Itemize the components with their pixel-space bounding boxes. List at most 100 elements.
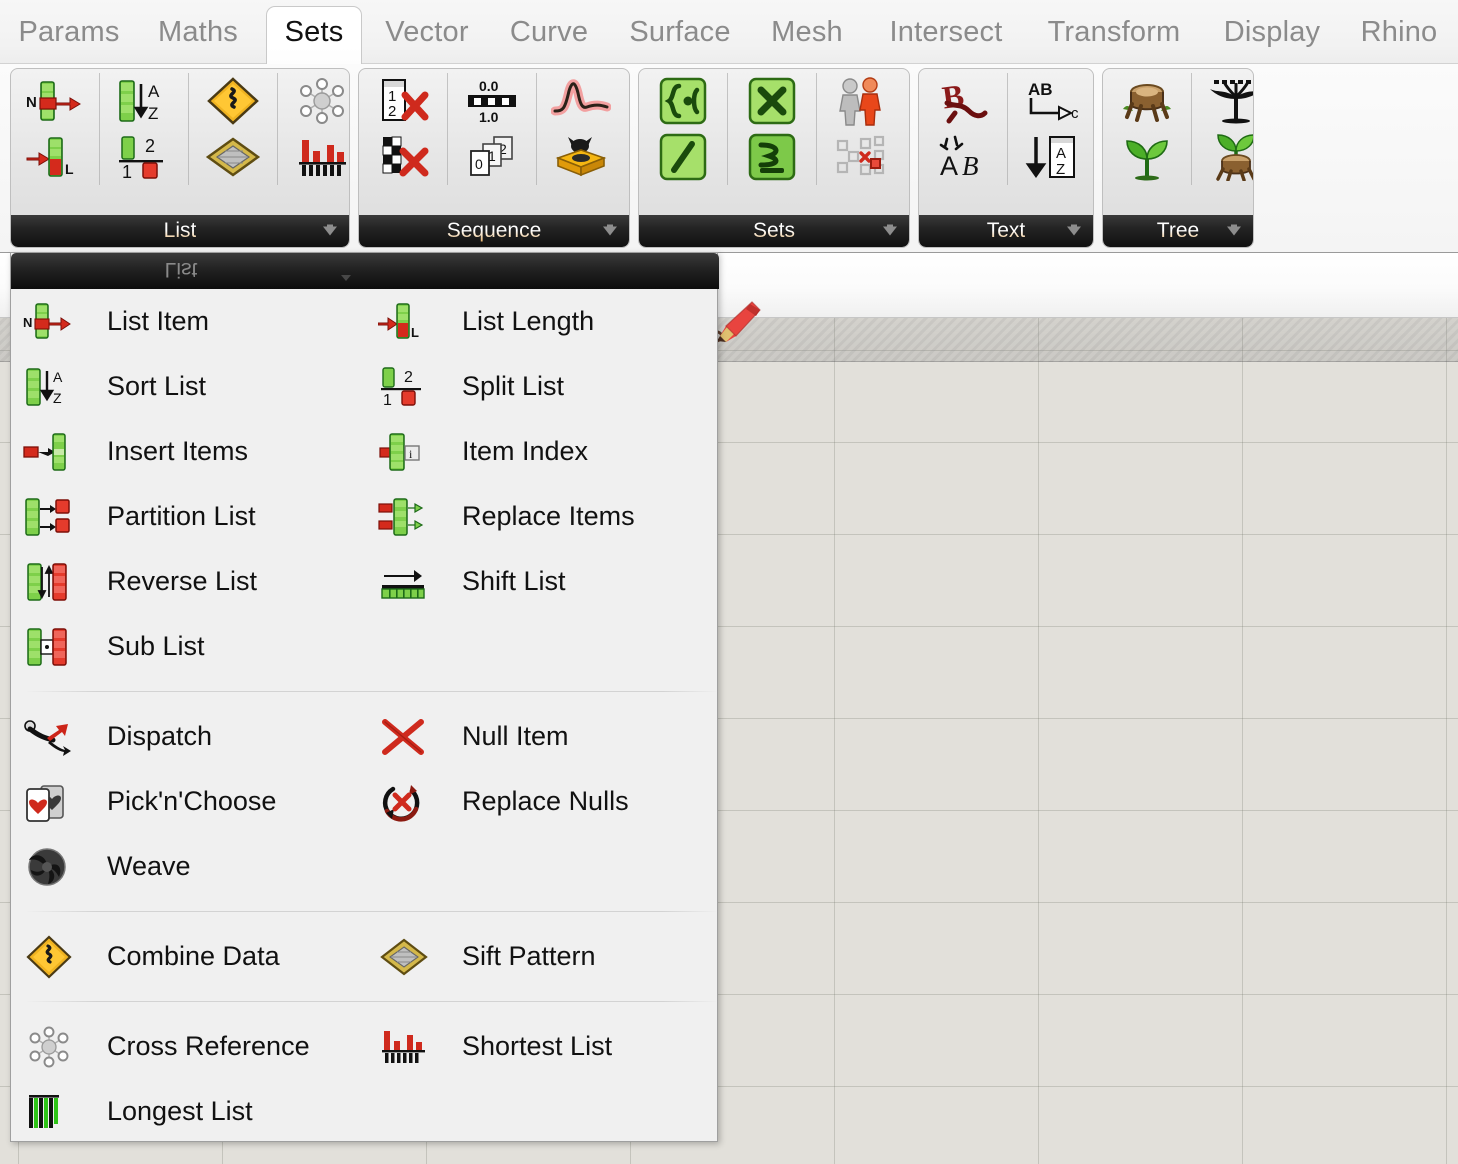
- ribbon-group-label-text: Sets: [753, 219, 795, 242]
- ribbon-group-label-sets[interactable]: Sets: [639, 215, 909, 247]
- menu-item-label: Replace Nulls: [462, 786, 629, 817]
- menu-item-combine-data[interactable]: Combine Data: [21, 924, 376, 989]
- tab-transform[interactable]: Transform: [1030, 8, 1198, 64]
- ribbon-icon-set-difference[interactable]: [647, 129, 719, 185]
- ribbon-icon-set-intersection[interactable]: [736, 73, 808, 129]
- ribbon-icon-text-fragment[interactable]: B: [927, 73, 999, 129]
- ribbon-group-sequence: 1 2: [358, 68, 630, 248]
- ribbon-group-label-tree[interactable]: Tree: [1103, 215, 1253, 247]
- chevron-down-icon[interactable]: [323, 227, 337, 236]
- ribbon-icon-cross-reference[interactable]: [286, 73, 350, 129]
- tab-vector[interactable]: Vector: [366, 8, 488, 64]
- tab-display[interactable]: Display: [1206, 8, 1338, 64]
- ribbon-icon-cull-pattern[interactable]: [367, 129, 439, 185]
- ribbon-group-list: N L: [10, 68, 350, 248]
- ribbon-icon-concatenate[interactable]: AB c: [1016, 73, 1088, 129]
- svg-text:Z: Z: [53, 390, 62, 406]
- ribbon-group-label-sequence[interactable]: Sequence: [359, 215, 629, 247]
- chevron-down-icon[interactable]: [1227, 227, 1241, 236]
- menu-item-sub-list[interactable]: Sub List: [21, 614, 376, 679]
- ribbon-group-label-list[interactable]: List: [11, 215, 349, 247]
- menu-row: Partition List Repl: [11, 484, 719, 549]
- tab-params[interactable]: Params: [6, 8, 132, 64]
- ribbon-icon-split-list[interactable]: 2 1: [108, 129, 180, 185]
- chevron-down-icon[interactable]: [1067, 227, 1081, 236]
- ribbon-icon-series[interactable]: 2 1 0: [456, 129, 528, 185]
- ribbon-icon-combine-data[interactable]: [197, 73, 269, 129]
- menu-item-cross-reference[interactable]: Cross Reference: [21, 1014, 376, 1079]
- menu-row: Longest List: [11, 1079, 719, 1144]
- ribbon-icon-tree-sprout[interactable]: [1111, 129, 1183, 185]
- menu-item-list-item[interactable]: N List Item: [21, 289, 376, 354]
- tab-curve[interactable]: Curve: [494, 8, 604, 64]
- menu-item-item-index[interactable]: i Item Index: [376, 419, 706, 484]
- ribbon-group-label-text[interactable]: Text: [919, 215, 1093, 247]
- ribbon-icon-create-set[interactable]: [647, 73, 719, 129]
- menu-item-replace-nulls[interactable]: Replace Nulls: [376, 769, 706, 834]
- menu-item-split-list[interactable]: 2 1 Split List: [376, 354, 706, 419]
- menu-item-label: Sift Pattern: [462, 941, 596, 972]
- tab-surface[interactable]: Surface: [612, 8, 748, 64]
- menu-item-label: List Length: [462, 306, 594, 337]
- ribbon-icon-sort-list[interactable]: A Z: [108, 73, 180, 129]
- ribbon-icon-member-index[interactable]: [825, 73, 897, 129]
- ribbon-icon-tree-branch[interactable]: [1111, 73, 1183, 129]
- ribbon-icon-shortest-list[interactable]: [286, 129, 350, 185]
- menu-item-label: Weave: [107, 851, 191, 882]
- menu-item-partition-list[interactable]: Partition List: [21, 484, 376, 549]
- ribbon-group-label-text: List: [164, 219, 197, 242]
- svg-text:A: A: [940, 151, 958, 181]
- ribbon-icon-range[interactable]: 0.0 1.0: [456, 73, 528, 129]
- menu-item-label: Sub List: [107, 631, 205, 662]
- tab-maths[interactable]: Maths: [140, 8, 256, 64]
- tab-sets[interactable]: Sets: [266, 6, 362, 64]
- ribbon-icon-sort-text[interactable]: A Z: [1016, 129, 1088, 185]
- ribbon-group-text: B A B: [918, 68, 1094, 248]
- ribbon-icon-list-item[interactable]: N: [19, 73, 91, 129]
- svg-text:N: N: [26, 94, 37, 111]
- ribbon-icon-fibonacci[interactable]: [545, 73, 617, 129]
- ribbon-icon-text-case[interactable]: A B: [927, 129, 999, 185]
- menu-item-label: Null Item: [462, 721, 569, 752]
- chevron-up-icon[interactable]: [341, 275, 351, 281]
- shift-list-icon: [376, 557, 432, 607]
- svg-text:L: L: [65, 161, 74, 177]
- menu-item-sort-list[interactable]: A Z Sort List: [21, 354, 376, 419]
- menu-item-replace-items[interactable]: Replace Items: [376, 484, 706, 549]
- chevron-down-icon[interactable]: [603, 227, 617, 236]
- ribbon-icon-sift-pattern[interactable]: [197, 129, 269, 185]
- tab-rhino[interactable]: Rhino: [1344, 8, 1454, 64]
- menu-item-weave[interactable]: Weave: [21, 834, 376, 899]
- menu-item-insert-items[interactable]: Insert Items: [21, 419, 376, 484]
- menu-item-sift-pattern[interactable]: Sift Pattern: [376, 924, 706, 989]
- ribbon-icon-tree-statistics[interactable]: [1200, 73, 1254, 129]
- menu-item-shortest-list[interactable]: Shortest List: [376, 1014, 706, 1079]
- ribbon-group-label-text: Tree: [1157, 219, 1199, 242]
- chevron-down-icon[interactable]: [883, 227, 897, 236]
- menu-row: Insert Items i: [11, 419, 719, 484]
- ribbon-icon-cull-index[interactable]: 1 2: [367, 73, 439, 129]
- ribbon-icon-random[interactable]: [545, 129, 617, 185]
- ribbon-icon-tree-graft[interactable]: [1200, 129, 1254, 185]
- replace-nulls-icon: [376, 777, 432, 827]
- menu-item-longest-list[interactable]: Longest List: [21, 1079, 376, 1144]
- menu-item-reverse-list[interactable]: Reverse List: [21, 549, 376, 614]
- menu-item-list-length[interactable]: L List Length: [376, 289, 706, 354]
- svg-text:A: A: [148, 82, 160, 101]
- partition-list-icon: [21, 492, 77, 542]
- svg-text:0.0: 0.0: [479, 78, 499, 94]
- menu-row: Weave: [11, 834, 719, 899]
- ribbon-icon-set-union[interactable]: [736, 129, 808, 185]
- tab-mesh[interactable]: Mesh: [752, 8, 862, 64]
- dropdown-header[interactable]: List: [11, 253, 719, 289]
- menu-item-dispatch[interactable]: Dispatch: [21, 704, 376, 769]
- menu-item-label: Item Index: [462, 436, 588, 467]
- svg-text:Z: Z: [148, 104, 158, 123]
- ribbon-icon-delete-consecutive[interactable]: [825, 129, 897, 185]
- ribbon-icon-list-length[interactable]: L: [19, 129, 91, 185]
- menu-item-shift-list[interactable]: Shift List: [376, 549, 706, 614]
- tab-intersect[interactable]: Intersect: [870, 8, 1022, 64]
- menu-item-null-item[interactable]: Null Item: [376, 704, 706, 769]
- menu-item-pick-n-choose[interactable]: Pick'n'Choose: [21, 769, 376, 834]
- menu-separator: [11, 679, 719, 704]
